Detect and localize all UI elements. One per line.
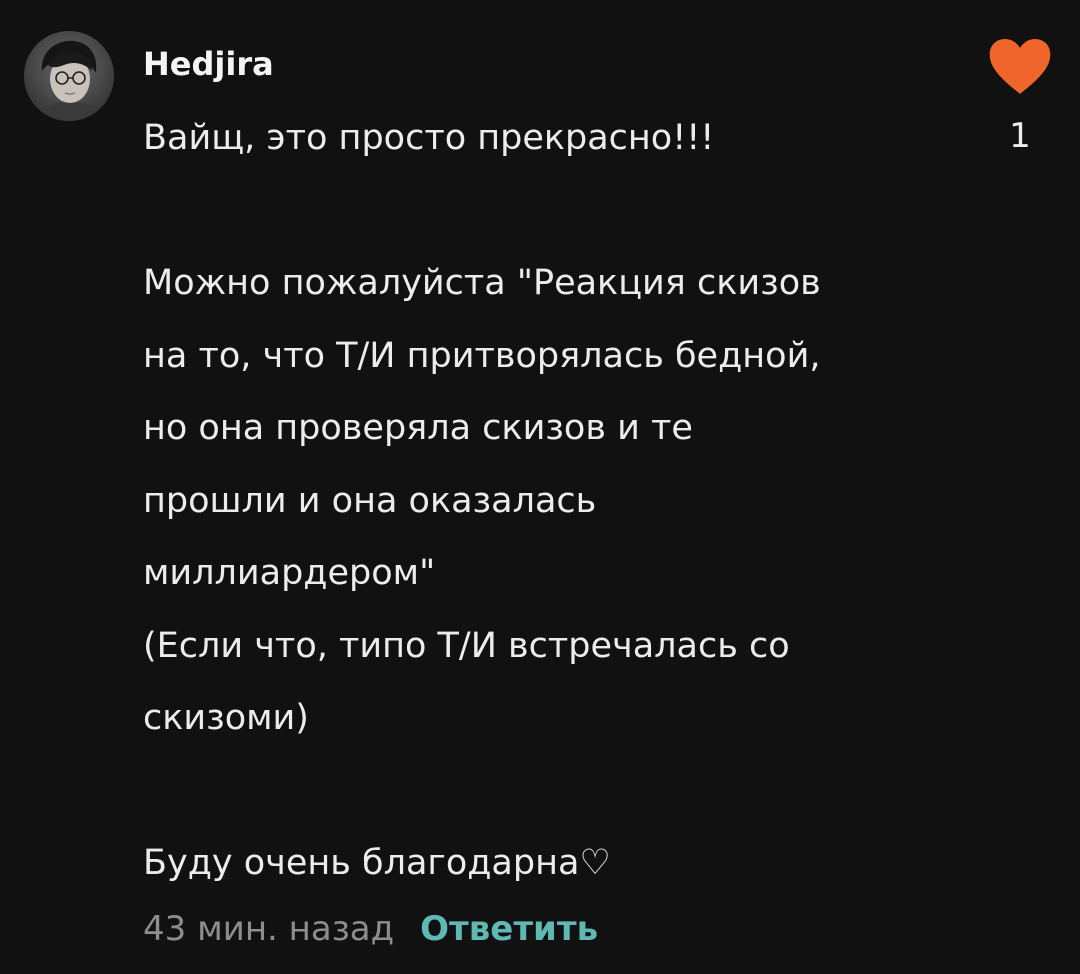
timestamp: 43 мин. назад [143, 909, 395, 949]
like-count: 1 [1009, 116, 1031, 156]
username[interactable]: Hedjira [143, 40, 274, 88]
user-avatar[interactable] [24, 31, 114, 121]
heart-icon [989, 39, 1051, 94]
comment: Hedjira Вайщ, это просто прекрасно!!! Мо… [0, 0, 1080, 974]
like-button[interactable] [988, 38, 1052, 96]
avatar-photo-icon [24, 31, 114, 121]
reply-button[interactable]: Ответить [420, 909, 598, 949]
comment-meta: 43 мин. назад Ответить [143, 898, 598, 960]
comment-text: Вайщ, это просто прекрасно!!! Можно пожа… [143, 118, 821, 883]
